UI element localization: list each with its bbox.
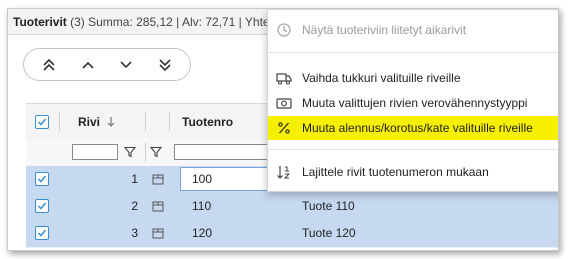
checkmark-icon — [37, 118, 47, 126]
package-icon — [152, 201, 164, 212]
menu-item-change-discount-margin[interactable]: Muuta alennus/korotus/kate valituille ri… — [268, 116, 558, 140]
checkmark-icon — [37, 202, 47, 210]
package-icon — [152, 174, 164, 185]
sort-arrow-down-icon[interactable] — [106, 116, 116, 128]
menu-item-show-time-rows[interactable]: Näytä tuoteriviin liitetyt aikarivit — [268, 18, 558, 42]
column-divider — [145, 112, 146, 131]
truck-icon — [276, 73, 292, 85]
column-header-row[interactable]: Rivi — [78, 115, 100, 129]
sort-icon — [277, 166, 291, 179]
move-to-top-button[interactable] — [32, 51, 66, 79]
row-checkbox[interactable] — [35, 226, 49, 240]
row-filter-input[interactable] — [72, 144, 118, 160]
product-no-cell[interactable]: 100 — [192, 166, 212, 193]
menu-separator — [268, 52, 558, 53]
menu-item-label: Muuta alennus/korotus/kate valituille ri… — [302, 121, 533, 135]
clock-icon — [277, 23, 291, 37]
menu-item-change-tax-deduction[interactable]: Muuta valittujen rivien verovähennystyyp… — [268, 91, 558, 115]
table-row[interactable]: 3 120 Tuote 120 — [26, 220, 558, 248]
package-icon — [152, 228, 164, 239]
checkmark-icon — [37, 229, 47, 237]
panel-summary: (3) Summa: 285,12 | Alv: 72,71 | Yhteens… — [70, 15, 296, 29]
product-name-cell: Tuote 120 — [302, 226, 356, 240]
row-number: 1 — [131, 172, 138, 186]
row-checkbox[interactable] — [35, 172, 49, 186]
move-up-button[interactable] — [71, 51, 105, 79]
chevron-double-up-icon — [43, 58, 55, 71]
menu-item-label: Muuta valittujen rivien verovähennystyyp… — [302, 96, 528, 110]
product-no-filter-input[interactable] — [174, 144, 274, 160]
chevron-double-down-icon — [159, 58, 171, 71]
menu-item-label: Lajittele rivit tuotenumeron mukaan — [302, 165, 489, 179]
menu-item-change-wholesaler[interactable]: Vaihda tukkuri valituille riveille — [268, 66, 558, 90]
menu-item-sort-by-product-no[interactable]: Lajittele rivit tuotenumeron mukaan — [268, 160, 558, 184]
filter-icon[interactable] — [124, 146, 136, 158]
product-no-cell[interactable]: 120 — [192, 220, 212, 247]
row-checkbox[interactable] — [35, 199, 49, 213]
select-all-checkbox[interactable] — [35, 115, 49, 129]
product-name-cell: Tuote 110 — [302, 199, 355, 213]
percent-icon — [278, 122, 290, 134]
move-down-button[interactable] — [109, 51, 143, 79]
product-no-cell[interactable]: 110 — [192, 193, 211, 220]
chevron-up-icon — [82, 61, 94, 69]
money-icon — [276, 98, 292, 109]
column-header-product-no[interactable]: Tuotenro — [182, 115, 233, 129]
row-number: 2 — [131, 199, 138, 213]
checkmark-icon — [37, 175, 47, 183]
panel-title: Tuoterivit — [13, 15, 67, 29]
product-rows-panel: Tuoterivit (3) Summa: 285,12 | Alv: 72,7… — [7, 8, 559, 251]
chevron-down-icon — [120, 60, 132, 68]
table-row[interactable]: 2 110 Tuote 110 — [26, 193, 558, 221]
menu-item-label: Vaihda tukkuri valituille riveille — [302, 71, 461, 85]
menu-item-label: Näytä tuoteriviin liitetyt aikarivit — [302, 23, 467, 37]
column-divider — [59, 112, 60, 131]
column-divider — [169, 112, 170, 131]
row-navigation-group — [23, 48, 191, 81]
column-divider — [145, 143, 146, 162]
filter-icon[interactable] — [150, 146, 162, 158]
move-to-bottom-button[interactable] — [148, 51, 182, 79]
menu-separator — [268, 149, 558, 150]
context-menu: Näytä tuoteriviin liitetyt aikarivit Vai… — [267, 9, 558, 192]
row-number: 3 — [131, 226, 138, 240]
